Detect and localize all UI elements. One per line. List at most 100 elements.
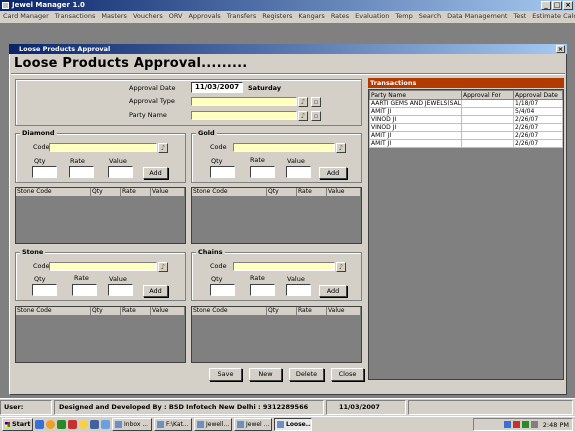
chains-qty-input[interactable]: [210, 284, 235, 296]
chains-code-lookup-icon[interactable]: ♪: [336, 262, 346, 272]
task-jewell[interactable]: Jewell...: [194, 418, 232, 431]
col-party-name[interactable]: Party Name: [369, 90, 462, 100]
quicklaunch-browser-icon[interactable]: [46, 420, 55, 429]
transactions-table: Party Name Approval For Approval Date AA…: [369, 90, 563, 148]
child-close-button[interactable]: ×: [556, 45, 565, 53]
menu-evaluation[interactable]: Evaluation: [355, 11, 389, 22]
stone-code-input[interactable]: [49, 262, 157, 271]
table-row[interactable]: AARTI GEMS AND JEWELS(SAL 1/18/07: [369, 99, 563, 108]
transactions-grid[interactable]: Party Name Approval For Approval Date AA…: [368, 89, 564, 380]
task-explorer[interactable]: F:\Kat...: [154, 418, 192, 431]
diamond-grid-col-qty: Qty: [91, 188, 121, 197]
menu-approvals[interactable]: Approvals: [188, 11, 220, 22]
menu-orv[interactable]: ORV: [169, 11, 183, 22]
chains-value-input[interactable]: [286, 284, 311, 296]
table-row[interactable]: AMIT JI 2/26/07: [369, 139, 563, 148]
gold-value-input[interactable]: [286, 166, 311, 178]
gold-grid-col-rate: Rate: [297, 188, 327, 197]
chains-add-button[interactable]: Add: [319, 285, 347, 297]
tray-network-icon[interactable]: [503, 421, 511, 428]
approval-type-lookup-icon[interactable]: ♪: [298, 97, 308, 107]
stone-grid-col-qty: Qty: [91, 307, 121, 316]
table-row[interactable]: AMIT JI 5/4/04: [369, 107, 563, 116]
quicklaunch-desktop-icon[interactable]: [35, 420, 44, 429]
cell-party-name: AARTI GEMS AND JEWELS(SAL: [369, 99, 462, 108]
diamond-rate-input[interactable]: [69, 166, 94, 178]
approval-type-new-icon[interactable]: ▫: [311, 97, 321, 107]
quicklaunch-app2-icon[interactable]: [68, 420, 77, 429]
menu-temp[interactable]: Temp: [395, 11, 412, 22]
approval-type-input[interactable]: [191, 97, 297, 106]
task-inbox[interactable]: Inbox ...: [112, 418, 152, 431]
gold-qty-input[interactable]: [210, 166, 235, 178]
menu-registers[interactable]: Registers: [262, 11, 292, 22]
tray-app-icon[interactable]: [521, 421, 529, 428]
diamond-code-lookup-icon[interactable]: ♪: [158, 143, 168, 153]
menu-transactions[interactable]: Transactions: [55, 11, 96, 22]
menu-kangars[interactable]: Kangars: [298, 11, 324, 22]
task-loose[interactable]: Loose...: [274, 418, 312, 431]
gold-add-button[interactable]: Add: [319, 167, 347, 179]
start-button[interactable]: Start: [2, 418, 33, 431]
menu-data-management[interactable]: Data Management: [447, 11, 507, 22]
stone-value-input[interactable]: [108, 284, 133, 296]
chains-grid[interactable]: Stone Code Qty Rate Value: [191, 306, 362, 363]
close-form-button[interactable]: Close: [331, 368, 364, 381]
stone-grid[interactable]: Stone Code Qty Rate Value: [15, 306, 186, 363]
col-approval-for[interactable]: Approval For: [461, 90, 514, 100]
diamond-qty-input[interactable]: [32, 166, 57, 178]
stone-code-label: Code: [33, 262, 50, 270]
quicklaunch-app-icon[interactable]: [57, 420, 66, 429]
table-row[interactable]: AMIT JI 2/26/07: [369, 131, 563, 140]
menu-transfers[interactable]: Transfers: [227, 11, 257, 22]
menu-estimate-calculator[interactable]: Estimate Calculator: [532, 11, 575, 22]
col-approval-date[interactable]: Approval Date: [513, 90, 563, 100]
gold-code-input[interactable]: [233, 143, 335, 152]
quicklaunch-app4-icon[interactable]: [90, 420, 99, 429]
stone-rate-input[interactable]: [72, 284, 97, 296]
party-name-new-icon[interactable]: ▫: [311, 111, 321, 121]
diamond-code-input[interactable]: [49, 143, 157, 152]
quicklaunch-app3-icon[interactable]: [79, 420, 88, 429]
cell-approval-date: 2/26/07: [513, 115, 563, 124]
party-name-input[interactable]: [191, 111, 297, 120]
cell-approval-date: 2/26/07: [513, 131, 563, 140]
stone-code-lookup-icon[interactable]: ♪: [158, 262, 168, 272]
gold-grid[interactable]: Stone Code Qty Rate Value: [191, 187, 362, 244]
chains-rate-input[interactable]: [250, 284, 275, 296]
table-row[interactable]: VINOD JI 2/26/07: [369, 123, 563, 132]
gold-code-lookup-icon[interactable]: ♪: [336, 143, 346, 153]
delete-button[interactable]: Delete: [289, 368, 324, 381]
new-button[interactable]: New: [249, 368, 282, 381]
menu-test[interactable]: Test: [513, 11, 526, 22]
save-button[interactable]: Save: [209, 368, 242, 381]
tray-volume-icon[interactable]: [530, 421, 538, 428]
gold-rate-label: Rate: [250, 156, 265, 164]
party-name-lookup-icon[interactable]: ♪: [298, 111, 308, 121]
cell-party-name: AMIT JI: [369, 107, 462, 116]
gold-rate-input[interactable]: [250, 166, 275, 178]
menu-rates[interactable]: Rates: [331, 11, 349, 22]
maximize-button[interactable]: □: [552, 1, 562, 10]
menu-masters[interactable]: Masters: [101, 11, 127, 22]
diamond-value-input[interactable]: [108, 166, 133, 178]
stone-add-button[interactable]: Add: [143, 285, 168, 297]
menu-card-manager[interactable]: Card Manager: [3, 11, 49, 22]
cell-approval-for: [461, 123, 514, 132]
diamond-add-button[interactable]: Add: [143, 167, 168, 179]
diamond-grid[interactable]: Stone Code Qty Rate Value: [15, 187, 186, 244]
approval-date-field[interactable]: 11/03/2007: [191, 82, 243, 93]
quicklaunch-app5-icon[interactable]: [101, 420, 110, 429]
close-button[interactable]: ×: [563, 1, 573, 10]
stone-grid-col-rate: Rate: [121, 307, 151, 316]
table-row[interactable]: VINOD JI 2/26/07: [369, 115, 563, 124]
tray-antivirus-icon[interactable]: [512, 421, 520, 428]
child-window-title-bar: Loose Products Approval ×: [9, 44, 567, 54]
menu-vouchers[interactable]: Vouchers: [133, 11, 163, 22]
task-jewel[interactable]: Jewel ...: [234, 418, 272, 431]
chains-code-input[interactable]: [233, 262, 335, 271]
header-divider: [11, 73, 565, 75]
stone-qty-input[interactable]: [32, 284, 57, 296]
minimize-button[interactable]: _: [541, 1, 551, 10]
menu-search[interactable]: Search: [419, 11, 441, 22]
